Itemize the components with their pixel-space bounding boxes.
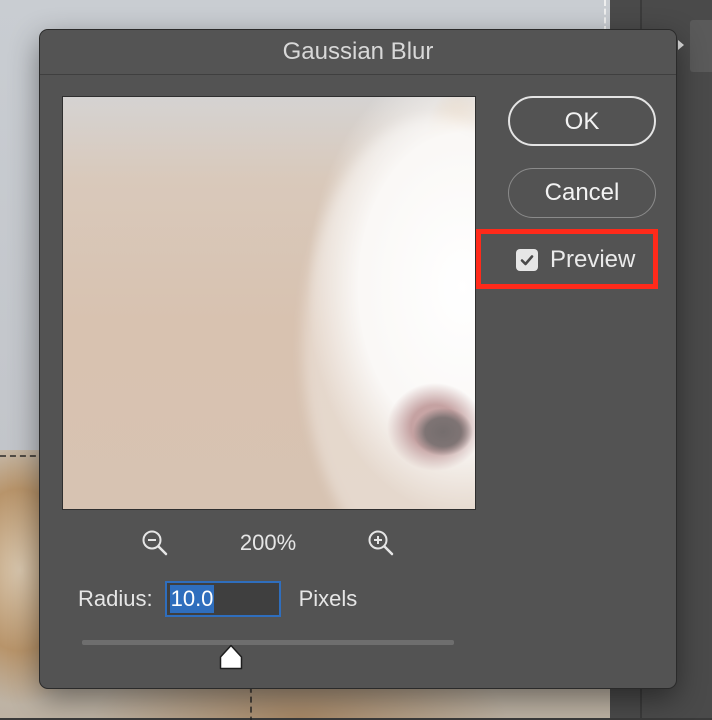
preview-fur: [303, 117, 475, 509]
cancel-button[interactable]: Cancel: [508, 168, 656, 218]
zoom-controls: 200%: [40, 524, 496, 564]
blur-preview-image[interactable]: [62, 96, 476, 510]
zoom-out-icon[interactable]: [140, 528, 170, 558]
dialog-title: Gaussian Blur: [40, 30, 676, 75]
ok-button[interactable]: OK: [508, 96, 656, 146]
chevron-right-icon[interactable]: [678, 40, 684, 50]
gaussian-blur-dialog: Gaussian Blur OK Cancel Preview 200% Rad…: [40, 30, 676, 688]
selection-marquee-edge: [604, 0, 608, 32]
radius-input[interactable]: 10.0: [164, 581, 281, 617]
zoom-in-icon[interactable]: [366, 528, 396, 558]
annotation-highlight-box: [476, 229, 658, 289]
radius-value: 10.0: [169, 585, 215, 613]
zoom-level: 200%: [239, 530, 297, 555]
panel-tab[interactable]: [690, 20, 712, 72]
radius-row: Radius: 10.0 Pixels: [78, 580, 357, 618]
radius-slider-track[interactable]: [82, 640, 454, 645]
radius-slider-thumb[interactable]: [219, 644, 243, 670]
radius-label: Radius:: [78, 586, 153, 611]
radius-units-label: Pixels: [298, 586, 358, 611]
